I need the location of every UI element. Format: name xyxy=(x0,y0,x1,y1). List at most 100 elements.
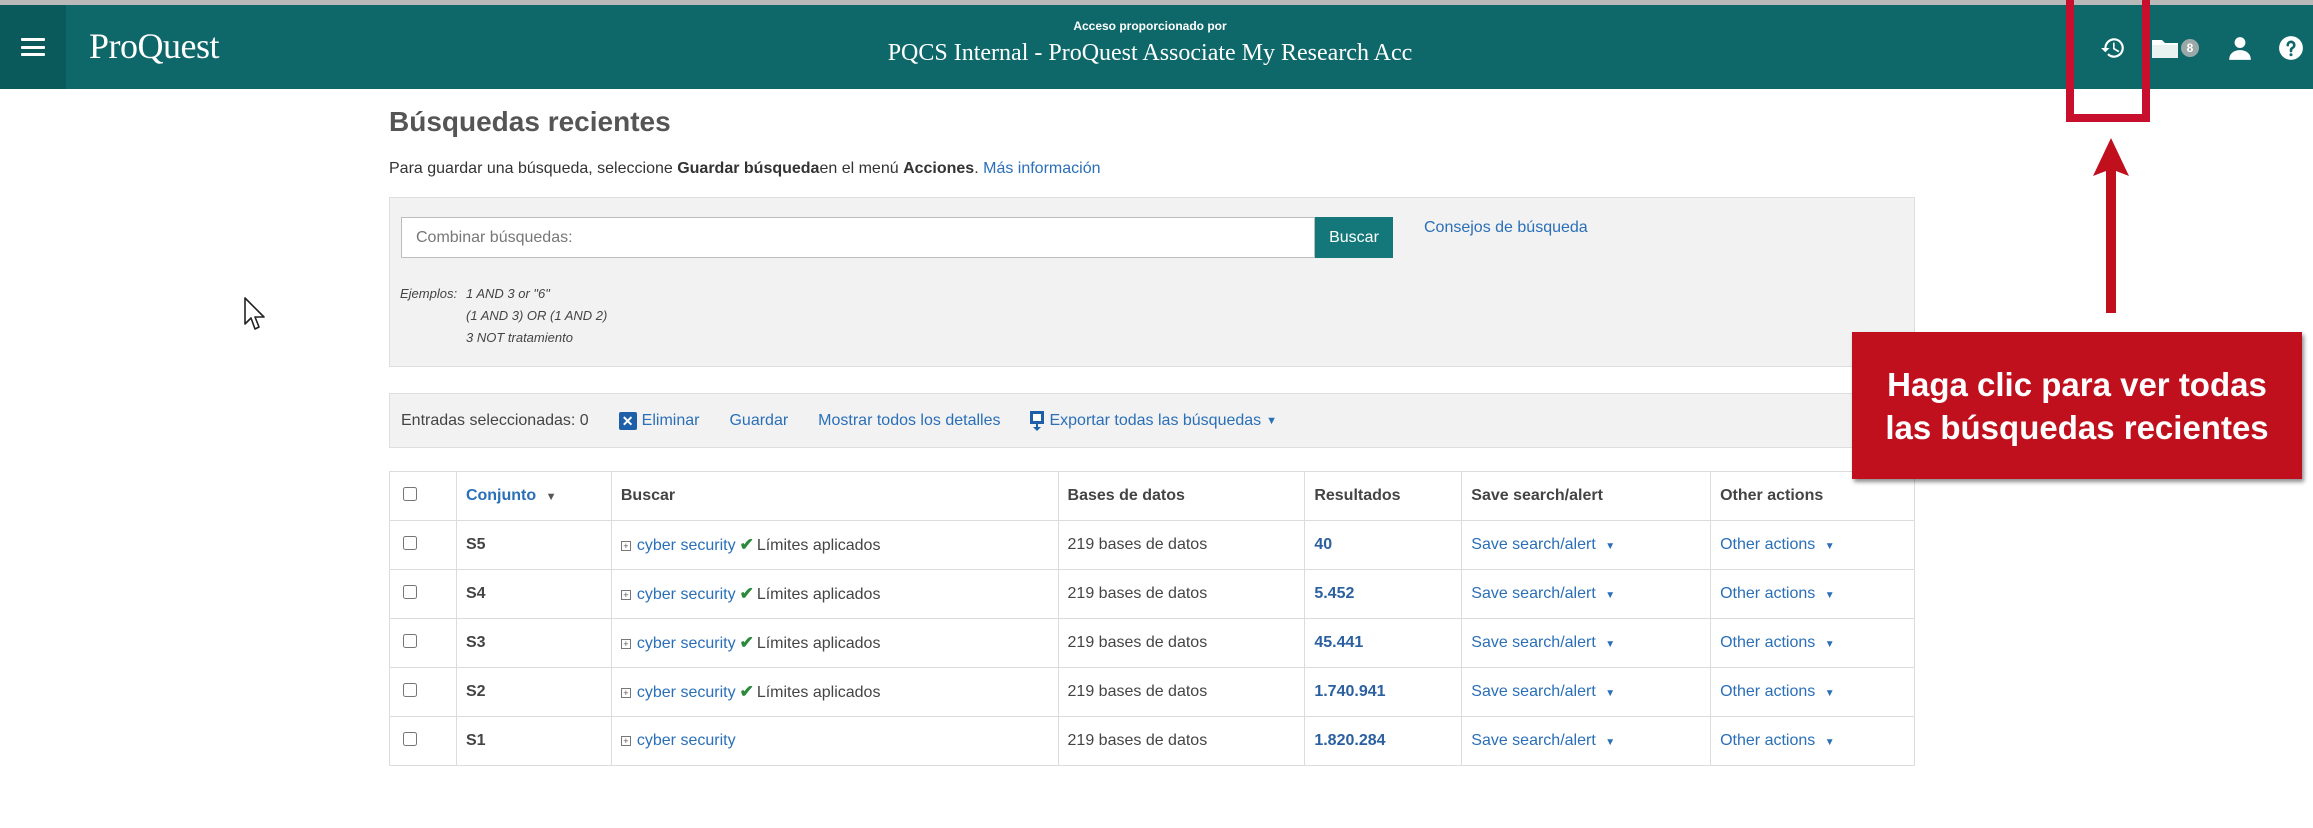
row-checkbox[interactable] xyxy=(403,682,417,697)
mouse-cursor-icon xyxy=(244,297,265,330)
query-link[interactable]: cyber security xyxy=(637,732,736,749)
results-cell: 1.740.941 xyxy=(1304,667,1463,717)
table-row: S2 + cyber security ✔ Límites aplicados 219 b… xyxy=(389,667,1915,717)
save-button[interactable]: Guardar xyxy=(729,412,788,430)
more-info-link[interactable]: Más información xyxy=(983,160,1100,177)
databases-column-header: Bases de datos xyxy=(1057,471,1306,521)
databases-cell: 219 bases de datos xyxy=(1057,618,1306,668)
delete-button[interactable]: ✕ Eliminar xyxy=(618,411,700,430)
row-select-cell xyxy=(389,716,457,766)
arrow-up-icon xyxy=(2093,138,2129,313)
save-search-alert-dropdown[interactable]: Save search/alert ▼ xyxy=(1471,683,1615,700)
other-actions-dropdown[interactable]: Other actions ▼ xyxy=(1720,683,1835,700)
results-link[interactable]: 1.820.284 xyxy=(1314,732,1385,749)
other-cell: Other actions ▼ xyxy=(1710,520,1915,570)
query-link[interactable]: cyber security xyxy=(637,635,736,652)
row-select-cell xyxy=(389,520,457,570)
other-actions-dropdown[interactable]: Other actions ▼ xyxy=(1720,536,1835,553)
select-all-checkbox[interactable] xyxy=(403,486,417,501)
chevron-down-icon: ▼ xyxy=(1824,688,1835,699)
combine-searches-input[interactable] xyxy=(401,217,1315,258)
save-search-alert-dropdown[interactable]: Save search/alert ▼ xyxy=(1471,536,1615,553)
table-row: S4 + cyber security ✔ Límites aplicados 219 b… xyxy=(389,569,1915,619)
save-dropdown-label: Save search/alert xyxy=(1471,683,1596,700)
institution-access: Acceso proporcionado por PQCS Internal -… xyxy=(760,19,1540,67)
menu-button[interactable] xyxy=(0,5,66,89)
databases-cell: 219 bases de datos xyxy=(1057,569,1306,619)
expand-icon[interactable]: + xyxy=(620,639,631,649)
other-dropdown-label: Other actions xyxy=(1720,585,1816,602)
other-actions-dropdown[interactable]: Other actions ▼ xyxy=(1720,585,1835,602)
results-link[interactable]: 45.441 xyxy=(1314,634,1363,651)
row-checkbox[interactable] xyxy=(403,633,417,648)
results-cell: 1.820.284 xyxy=(1304,716,1463,766)
access-label: Acceso proporcionado por xyxy=(1073,19,1227,33)
export-all-button[interactable]: Exportar todas las búsquedas ▼ xyxy=(1030,410,1277,431)
results-link[interactable]: 5.452 xyxy=(1314,585,1354,602)
example-1: 1 AND 3 or "6" xyxy=(466,286,550,301)
set-column-header[interactable]: Conjunto ▼ xyxy=(455,471,612,521)
query-link[interactable]: cyber security xyxy=(637,684,736,701)
expand-icon[interactable]: + xyxy=(620,541,631,551)
hint-bold-save: Guardar búsqueda xyxy=(677,160,820,177)
help-button[interactable] xyxy=(2276,31,2306,65)
set-id: S3 xyxy=(465,634,486,651)
other-actions-dropdown[interactable]: Other actions ▼ xyxy=(1720,634,1835,651)
save-dropdown-label: Save search/alert xyxy=(1471,634,1596,651)
delete-label: Eliminar xyxy=(641,411,700,429)
search-tips-link[interactable]: Consejos de búsqueda xyxy=(1424,219,1588,237)
expand-icon[interactable]: + xyxy=(620,688,631,698)
set-cell: S2 xyxy=(455,667,612,717)
my-research-folder-button[interactable]: 8 xyxy=(2148,31,2202,65)
save-cell: Save search/alert ▼ xyxy=(1461,520,1712,570)
chevron-down-icon: ▼ xyxy=(1824,590,1835,601)
results-link[interactable]: 40 xyxy=(1314,536,1332,553)
set-id: S2 xyxy=(465,683,486,700)
results-link[interactable]: 1.740.941 xyxy=(1314,683,1385,700)
set-cell: S1 xyxy=(455,716,612,766)
export-label: Exportar todas las búsquedas xyxy=(1049,411,1262,429)
search-cell: + cyber security ✔ Límites aplicados xyxy=(610,569,1059,619)
results-cell: 45.441 xyxy=(1304,618,1463,668)
set-cell: S3 xyxy=(455,618,612,668)
save-cell: Save search/alert ▼ xyxy=(1461,618,1712,668)
save-dropdown-label: Save search/alert xyxy=(1471,585,1596,602)
callout-line-1: Haga clic para ver todas xyxy=(1887,365,2267,403)
combine-searches-panel: Buscar Consejos de búsqueda Ejemplos: 1 A… xyxy=(389,197,1915,367)
other-actions-dropdown[interactable]: Other actions ▼ xyxy=(1720,732,1835,749)
limits-applied-label: Límites aplicados xyxy=(756,635,881,652)
expand-icon[interactable]: + xyxy=(620,736,631,746)
other-cell: Other actions ▼ xyxy=(1710,618,1915,668)
checkmark-icon: ✔ xyxy=(739,633,754,652)
other-dropdown-label: Other actions xyxy=(1720,683,1816,700)
results-column-header: Resultados xyxy=(1304,471,1463,521)
other-cell: Other actions ▼ xyxy=(1710,716,1915,766)
save-search-alert-dropdown[interactable]: Save search/alert ▼ xyxy=(1471,732,1615,749)
query-link[interactable]: cyber security xyxy=(637,586,736,603)
chevron-down-icon: ▼ xyxy=(1824,639,1835,650)
row-checkbox[interactable] xyxy=(403,584,417,599)
example-3: 3 NOT tratamiento xyxy=(466,330,573,345)
chevron-down-icon: ▼ xyxy=(1605,541,1616,552)
row-checkbox[interactable] xyxy=(403,731,417,746)
search-button[interactable]: Buscar xyxy=(1315,217,1393,258)
checkmark-icon: ✔ xyxy=(739,584,754,603)
chevron-down-icon: ▼ xyxy=(1824,737,1835,748)
save-search-alert-dropdown[interactable]: Save search/alert ▼ xyxy=(1471,585,1615,602)
results-cell: 5.452 xyxy=(1304,569,1463,619)
expand-icon[interactable]: + xyxy=(620,590,631,600)
set-id: S1 xyxy=(465,732,486,749)
user-account-button[interactable] xyxy=(2225,31,2255,65)
table-row: S5 + cyber security ✔ Límites aplicados 219 b… xyxy=(389,520,1915,570)
show-all-details-button[interactable]: Mostrar todos los detalles xyxy=(818,412,1000,430)
row-checkbox[interactable] xyxy=(403,535,417,550)
other-dropdown-label: Other actions xyxy=(1720,732,1816,749)
save-search-alert-dropdown[interactable]: Save search/alert ▼ xyxy=(1471,634,1615,651)
proquest-logo[interactable]: ProQuest xyxy=(89,25,220,67)
row-select-cell xyxy=(389,569,457,619)
save-column-header: Save search/alert xyxy=(1461,471,1712,521)
save-dropdown-label: Save search/alert xyxy=(1471,536,1596,553)
query-link[interactable]: cyber security xyxy=(637,537,736,554)
chevron-down-icon: ▼ xyxy=(1605,639,1616,650)
save-cell: Save search/alert ▼ xyxy=(1461,667,1712,717)
